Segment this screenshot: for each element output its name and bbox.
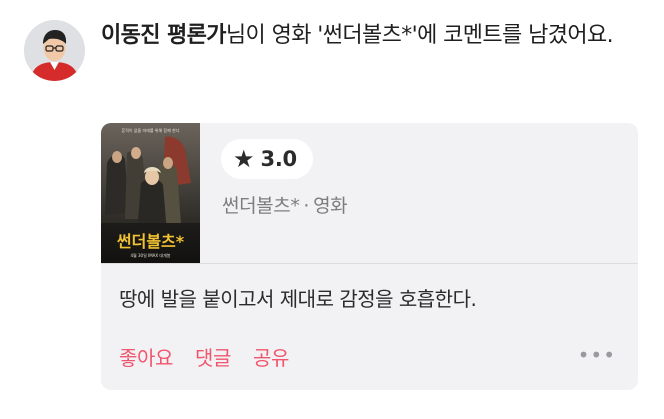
share-button[interactable]: 공유 (253, 342, 289, 371)
activity-headline: 이동진 평론가님이 영화 '썬더볼츠*'에 코멘트를 남겼어요. (101, 19, 641, 52)
rating-value: 3.0 (260, 147, 298, 171)
movie-meta: 썬더볼츠* · 영화 (222, 191, 348, 218)
more-horizontal-icon[interactable]: ••• (578, 345, 616, 365)
card-divider (101, 263, 638, 264)
author-name[interactable]: 이동진 평론가 (101, 23, 227, 48)
feed-item: 이동진 평론가님이 영화 '썬더볼츠*'에 코멘트를 남겼어요. 흔적이 없을 … (0, 0, 664, 419)
poster-release-line: 4월 30일 IMAX 대개봉 (131, 252, 171, 258)
poster-image: 흔적이 없을 미래를 위해 함께 한다 썬더볼츠* 4월 30일 IMAX 대개… (101, 123, 200, 263)
comment-actions: 좋아요 댓글 공유 (119, 342, 289, 371)
comment-card[interactable]: 흔적이 없을 미래를 위해 함께 한다 썬더볼츠* 4월 30일 IMAX 대개… (101, 123, 638, 390)
like-button[interactable]: 좋아요 (119, 342, 173, 371)
meta-separator: · (303, 195, 310, 217)
movie-category: 영화 (313, 195, 348, 217)
movie-title[interactable]: 썬더볼츠* (222, 195, 300, 217)
avatar-image (24, 20, 85, 81)
rating-badge: ★ 3.0 (221, 139, 313, 179)
star-icon: ★ (233, 145, 255, 173)
movie-poster[interactable]: 흔적이 없을 미래를 위해 함께 한다 썬더볼츠* 4월 30일 IMAX 대개… (101, 123, 200, 263)
poster-title-art: 썬더볼츠* (117, 232, 185, 251)
movie-summary[interactable]: 흔적이 없을 미래를 위해 함께 한다 썬더볼츠* 4월 30일 IMAX 대개… (101, 123, 638, 263)
avatar[interactable] (24, 20, 85, 81)
headline-text: 님이 영화 '썬더볼츠*'에 코멘트를 남겼어요. (225, 23, 614, 48)
poster-tagline: 흔적이 없을 미래를 위해 함께 한다 (122, 127, 180, 133)
comment-text[interactable]: 땅에 발을 붙이고서 제대로 감정을 호흡한다. (119, 283, 477, 312)
reply-button[interactable]: 댓글 (195, 342, 231, 371)
